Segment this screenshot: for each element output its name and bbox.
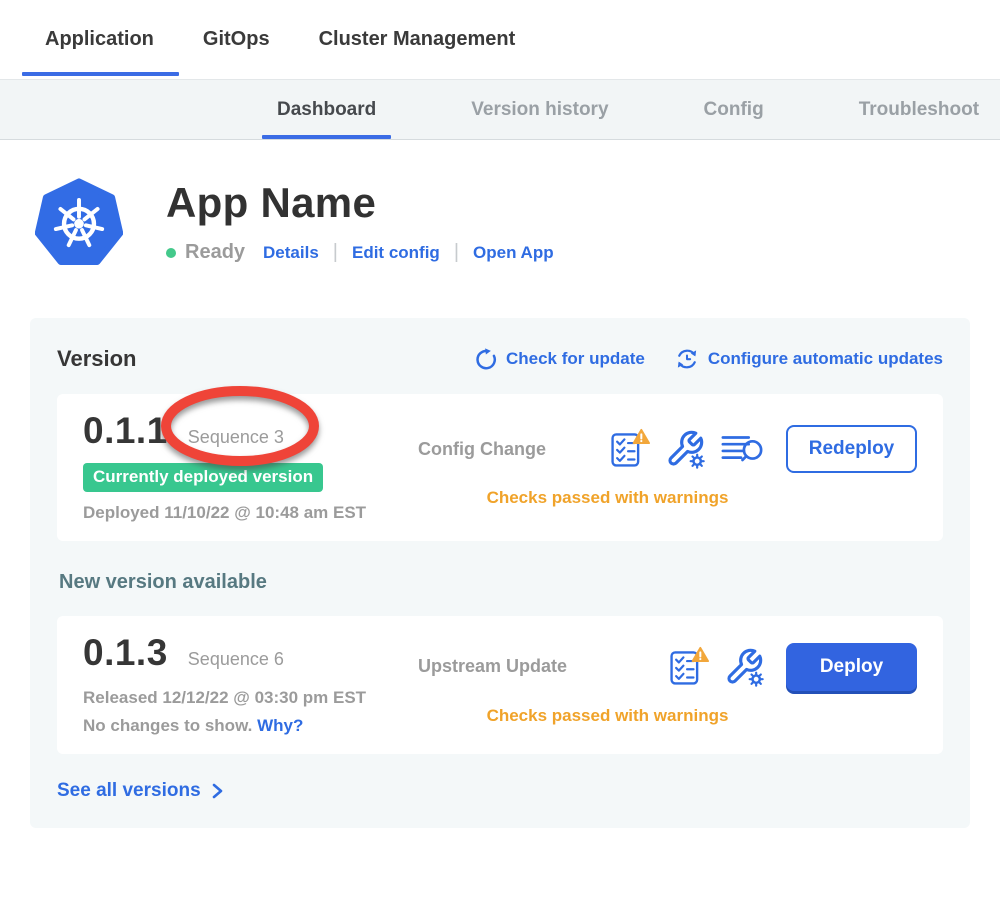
released-timestamp: Released 12/12/22 @ 03:30 pm EST: [83, 688, 408, 708]
check-for-update-button[interactable]: Check for update: [474, 347, 645, 371]
divider: |: [454, 241, 459, 264]
page-title: App Name: [166, 182, 554, 224]
auto-update-clock-icon: [675, 347, 699, 371]
tab-gitops[interactable]: GitOps: [203, 0, 270, 79]
top-nav: Application GitOps Cluster Management: [0, 0, 1000, 79]
tab-config[interactable]: Config: [704, 80, 764, 139]
currently-deployed-badge: Currently deployed version: [83, 463, 323, 492]
version-check-icons: [667, 645, 764, 689]
chevron-right-icon: [211, 782, 224, 800]
version-source-label: Upstream Update: [418, 656, 567, 677]
config-wrench-gear-icon[interactable]: [724, 647, 764, 687]
tab-cluster-management[interactable]: Cluster Management: [319, 0, 516, 79]
kubernetes-logo: [35, 178, 123, 266]
tab-version-history[interactable]: Version history: [471, 80, 608, 139]
preflight-checklist-warning-icon[interactable]: [608, 427, 650, 471]
current-version-info: 0.1.1 Sequence 3 Currently deployed vers…: [83, 410, 408, 523]
available-version-card: 0.1.3 Sequence 6 Released 12/12/22 @ 03:…: [57, 616, 943, 754]
version-actions: Check for update Configure automatic upd…: [474, 347, 943, 371]
details-link[interactable]: Details: [263, 243, 319, 263]
diff-search-icon[interactable]: [720, 429, 764, 469]
tab-troubleshoot[interactable]: Troubleshoot: [859, 80, 979, 139]
version-source-label: Config Change: [418, 439, 546, 460]
tab-application[interactable]: Application: [45, 0, 154, 79]
current-version-number: 0.1.1: [83, 410, 168, 452]
app-header-text: App Name Ready Details | Edit config | O…: [166, 178, 554, 266]
available-version-actions: Upstream Update: [408, 632, 917, 736]
config-wrench-gear-icon[interactable]: [665, 429, 705, 469]
new-version-heading: New version available: [59, 571, 943, 594]
tab-dashboard[interactable]: Dashboard: [277, 80, 376, 139]
see-all-versions-link[interactable]: See all versions: [57, 780, 943, 802]
preflight-checklist-warning-icon[interactable]: [667, 645, 709, 689]
current-version-sequence: Sequence 3: [188, 427, 284, 448]
why-link[interactable]: Why?: [257, 716, 303, 735]
redeploy-button[interactable]: Redeploy: [786, 425, 917, 473]
check-for-update-label: Check for update: [506, 349, 645, 369]
divider: |: [333, 241, 338, 264]
status-row: Ready Details | Edit config | Open App: [166, 241, 554, 264]
see-all-versions-label: See all versions: [57, 780, 201, 802]
no-changes-text: No changes to show.: [83, 716, 252, 735]
sub-nav: Dashboard Version history Config Trouble…: [0, 79, 1000, 140]
available-version-sequence: Sequence 6: [188, 649, 284, 670]
current-version-actions: Config Change: [408, 410, 917, 523]
configure-automatic-updates-button[interactable]: Configure automatic updates: [675, 347, 943, 371]
version-check-icons: [608, 427, 764, 471]
version-section-title: Version: [57, 346, 136, 372]
status-badge: Ready: [185, 241, 245, 264]
no-changes-row: No changes to show. Why?: [83, 716, 408, 736]
status-dot-icon: [166, 248, 176, 258]
deployed-timestamp: Deployed 11/10/22 @ 10:48 am EST: [83, 503, 408, 523]
deploy-button[interactable]: Deploy: [786, 643, 917, 691]
available-version-number: 0.1.3: [83, 632, 168, 674]
app-header: App Name Ready Details | Edit config | O…: [35, 178, 1000, 266]
refresh-icon: [474, 348, 497, 371]
current-version-card: 0.1.1 Sequence 3 Currently deployed vers…: [57, 394, 943, 541]
available-version-info: 0.1.3 Sequence 6 Released 12/12/22 @ 03:…: [83, 632, 408, 736]
checks-status-text: Checks passed with warnings: [418, 488, 917, 508]
version-section-header: Version Check for update Configure autom…: [57, 346, 943, 372]
edit-config-link[interactable]: Edit config: [352, 243, 440, 263]
version-section: Version Check for update Configure autom…: [30, 318, 970, 828]
checks-status-text: Checks passed with warnings: [418, 706, 917, 726]
open-app-link[interactable]: Open App: [473, 243, 554, 263]
configure-automatic-updates-label: Configure automatic updates: [708, 349, 943, 369]
